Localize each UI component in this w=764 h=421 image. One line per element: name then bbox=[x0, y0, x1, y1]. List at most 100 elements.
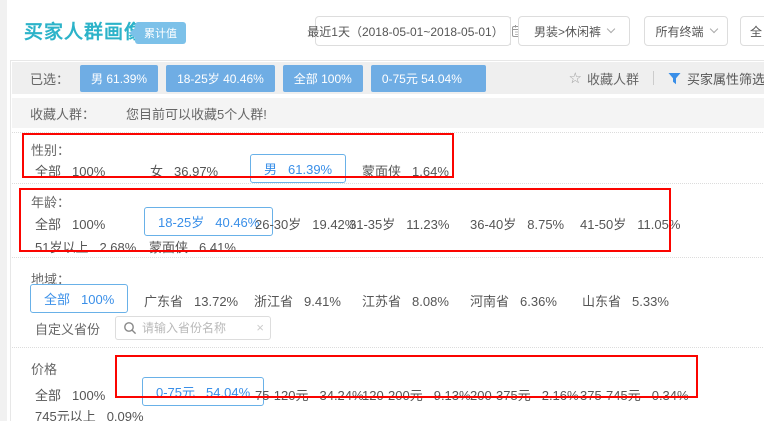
option-region-zhejiang[interactable]: 浙江省9.41% bbox=[254, 291, 341, 310]
option-name: 全部 bbox=[35, 388, 61, 403]
vertical-divider bbox=[653, 71, 654, 85]
option-age-41-50[interactable]: 41-50岁11.05% bbox=[580, 214, 680, 233]
section-age-label: 年龄： bbox=[31, 192, 70, 211]
option-value: 100% bbox=[72, 164, 105, 179]
option-gender-all[interactable]: 全部 100% bbox=[35, 161, 105, 180]
favorites-bar: 收藏人群： 您目前可以收藏5个人群! bbox=[12, 98, 764, 128]
selected-bar-actions: ☆ 收藏人群 买家属性筛选 bbox=[569, 69, 764, 88]
clipped-dropdown-value: 全 bbox=[750, 23, 762, 40]
option-name: 375-745元 bbox=[580, 388, 641, 403]
search-icon bbox=[123, 321, 137, 335]
option-value: 8.75% bbox=[527, 217, 564, 232]
option-name: 31-35岁 bbox=[349, 217, 395, 232]
option-name: 山东省 bbox=[582, 294, 621, 309]
badge-label: 累计值 bbox=[135, 22, 186, 44]
province-search-input[interactable] bbox=[142, 317, 246, 339]
option-gender-masked[interactable]: 蒙面侠 1.64% bbox=[362, 161, 449, 180]
terminal-dropdown[interactable]: 所有终端 bbox=[644, 16, 728, 46]
option-age-masked[interactable]: 蒙面侠 6.41% bbox=[149, 237, 236, 256]
option-value: 2.68% bbox=[99, 240, 136, 255]
star-icon: ☆ bbox=[569, 69, 582, 87]
option-name: 745元以上 bbox=[35, 409, 96, 421]
province-search-box: × bbox=[115, 316, 271, 340]
custom-province-row: 自定义省份 × bbox=[35, 316, 271, 340]
favorites-label: 收藏人群： bbox=[30, 104, 95, 123]
option-gender-male-selected[interactable]: 男61.39% bbox=[250, 154, 346, 183]
option-price-120-200[interactable]: 120-200元 9.13% bbox=[362, 385, 471, 404]
option-price-375-745[interactable]: 375-745元 0.34% bbox=[580, 385, 689, 404]
option-value: 0.34% bbox=[652, 388, 689, 403]
date-range-text: 最近1天（2018-05-01~2018-05-01） bbox=[301, 23, 509, 40]
option-value: 6.41% bbox=[199, 240, 236, 255]
option-name: 蒙面侠 bbox=[149, 240, 188, 255]
date-range-picker[interactable]: 最近1天（2018-05-01~2018-05-01） bbox=[315, 16, 511, 46]
selected-tag-price[interactable]: 0-75元 54.04% bbox=[371, 65, 486, 92]
chevron-down-icon bbox=[607, 25, 615, 33]
option-name: 26-30岁 bbox=[255, 217, 301, 232]
option-value: 0.09% bbox=[107, 409, 144, 421]
option-age-26-30[interactable]: 26-30岁19.42% bbox=[255, 214, 356, 233]
section-price-label: 价格 bbox=[31, 359, 57, 378]
clipped-dropdown[interactable]: 全 bbox=[740, 16, 764, 46]
option-price-75-120[interactable]: 75-120元34.24% bbox=[255, 385, 364, 404]
chevron-down-icon bbox=[709, 25, 717, 33]
option-price-all[interactable]: 全部100% bbox=[35, 385, 105, 404]
buyer-attribute-filter-label: 买家属性筛选 bbox=[687, 69, 764, 88]
option-name: 男 bbox=[264, 162, 277, 177]
option-name: 蒙面侠 bbox=[362, 164, 401, 179]
selected-tag-age[interactable]: 18-25岁 40.46% bbox=[166, 65, 275, 92]
option-name: 女 bbox=[150, 164, 163, 179]
section-gender: 性别： 全部100% 女36.97% 男61.39% 蒙面侠1.64% bbox=[12, 132, 764, 184]
option-name: 41-50岁 bbox=[580, 217, 626, 232]
option-value: 40.46% bbox=[215, 215, 259, 230]
option-value: 36.97% bbox=[174, 164, 218, 179]
option-value: 34.24% bbox=[319, 388, 363, 403]
option-region-guangdong[interactable]: 广东省 13.72% bbox=[144, 291, 238, 310]
option-name: 全部 bbox=[35, 164, 61, 179]
option-value: 9.13% bbox=[434, 388, 471, 403]
option-name: 120-200元 bbox=[362, 388, 423, 403]
favorite-crowd-button[interactable]: ☆ 收藏人群 bbox=[569, 69, 639, 88]
buyer-attribute-filter-button[interactable]: 买家属性筛选 bbox=[668, 69, 764, 88]
option-value: 11.23% bbox=[406, 217, 449, 232]
option-value: 13.72% bbox=[194, 294, 238, 309]
option-name: 全部 bbox=[44, 292, 70, 307]
option-region-henan[interactable]: 河南省 6.36% bbox=[470, 291, 557, 310]
option-value: 9.41% bbox=[304, 294, 341, 309]
option-name: 200-375元 bbox=[470, 388, 531, 403]
section-price: 价格 全部100% 0-75元54.04% 75-120元34.24% 120-… bbox=[12, 348, 764, 421]
category-dropdown-value: 男装>休闲裤 bbox=[534, 23, 601, 40]
option-name: 0-75元 bbox=[156, 385, 195, 400]
terminal-dropdown-value: 所有终端 bbox=[655, 23, 703, 40]
option-age-36-40[interactable]: 36-40岁8.75% bbox=[470, 214, 564, 233]
option-age-31-35[interactable]: 31-35岁 11.23% bbox=[349, 214, 449, 233]
option-value: 1.64% bbox=[412, 164, 449, 179]
option-value: 100% bbox=[72, 217, 105, 232]
option-name: 河南省 bbox=[470, 294, 509, 309]
option-age-51plus[interactable]: 51岁以上2.68% bbox=[35, 237, 136, 256]
option-name: 全部 bbox=[35, 217, 61, 232]
selected-label: 已选： bbox=[30, 69, 69, 88]
page-title: 买家人群画像 bbox=[24, 17, 144, 44]
favorites-message: 您目前可以收藏5个人群! bbox=[126, 104, 267, 123]
option-price-200-375[interactable]: 200-375元2.16% bbox=[470, 385, 579, 404]
option-price-745plus[interactable]: 745元以上 0.09% bbox=[35, 406, 144, 421]
option-region-shandong[interactable]: 山东省 5.33% bbox=[582, 291, 669, 310]
selected-tag-region[interactable]: 全部 100% bbox=[283, 65, 363, 92]
option-name: 广东省 bbox=[144, 294, 183, 309]
option-age-18-25-selected[interactable]: 18-25岁 40.46% bbox=[144, 207, 273, 236]
clear-icon[interactable]: × bbox=[256, 320, 264, 335]
option-value: 5.33% bbox=[632, 294, 669, 309]
selected-tag-gender[interactable]: 男 61.39% bbox=[80, 65, 158, 92]
category-dropdown[interactable]: 男装>休闲裤 bbox=[518, 16, 630, 46]
option-gender-female[interactable]: 女 36.97% bbox=[150, 161, 218, 180]
section-region: 地域： 全部100% 广东省13.72% 浙江省9.41% 江苏省8.08% 河… bbox=[12, 258, 764, 348]
option-value: 6.36% bbox=[520, 294, 557, 309]
option-region-all-selected[interactable]: 全部100% bbox=[30, 284, 128, 313]
cumulative-badge: 累计值 bbox=[129, 22, 186, 44]
option-price-0-75-selected[interactable]: 0-75元54.04% bbox=[142, 377, 264, 406]
option-region-jiangsu[interactable]: 江苏省8.08% bbox=[362, 291, 449, 310]
favorite-crowd-label: 收藏人群 bbox=[587, 69, 639, 88]
option-name: 18-25岁 bbox=[158, 215, 204, 230]
option-age-all[interactable]: 全部 100% bbox=[35, 214, 105, 233]
